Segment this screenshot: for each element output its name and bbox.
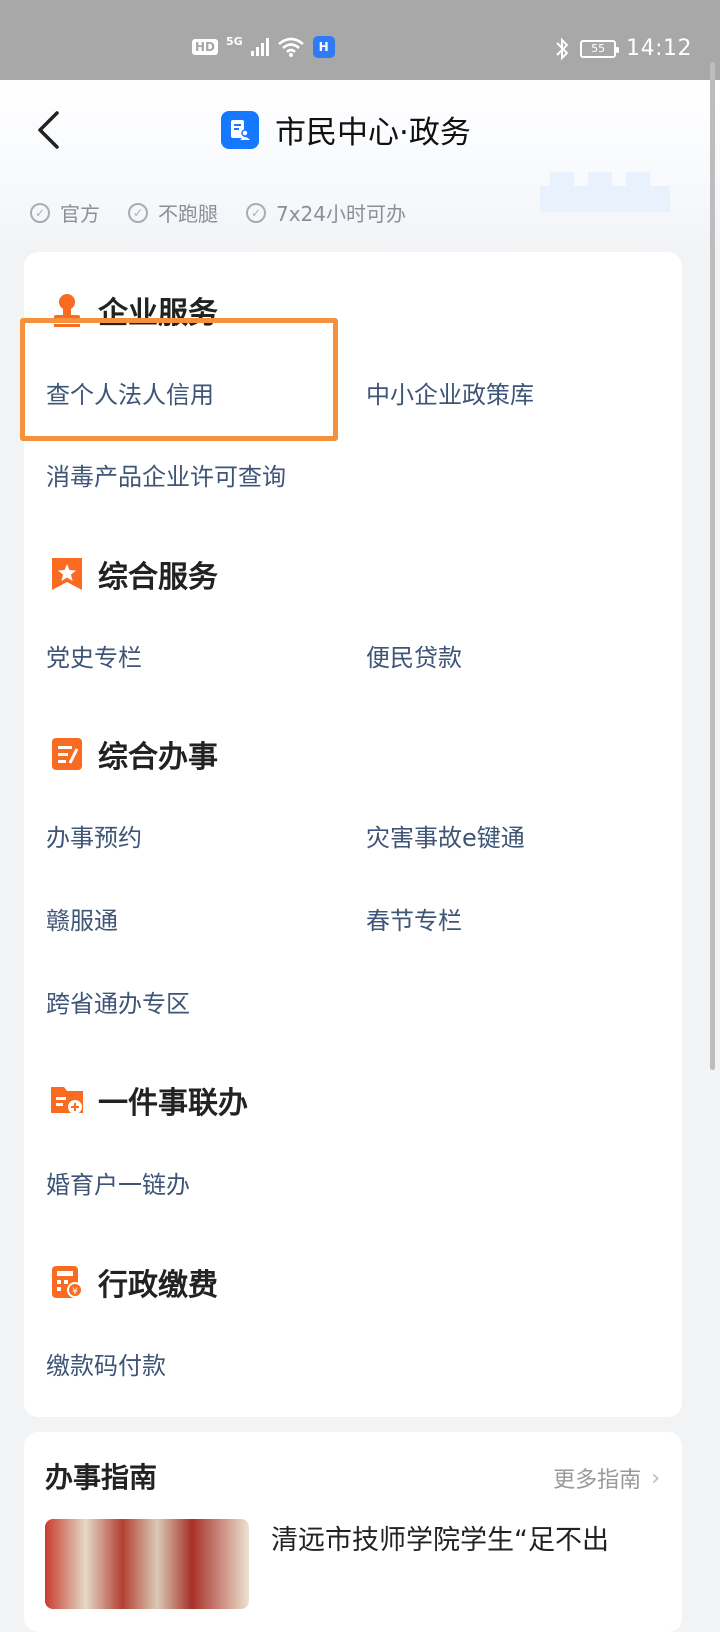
article-thumbnail[interactable] xyxy=(45,1519,249,1609)
wifi-icon xyxy=(277,37,304,57)
scrollbar[interactable] xyxy=(710,62,715,1070)
service-link-personal-credit[interactable]: 查个人法人信用 xyxy=(46,375,214,410)
folder-add-icon xyxy=(51,1087,83,1114)
star-bookmark-icon xyxy=(52,558,82,590)
battery-level: 55 xyxy=(591,41,606,55)
service-link-spring-festival[interactable]: 春节专栏 xyxy=(366,901,462,936)
chevron-right-icon: › xyxy=(651,1465,660,1491)
tag-label: 官方 xyxy=(60,202,100,226)
back-button[interactable] xyxy=(28,105,68,155)
section-title: 企业服务 xyxy=(98,296,218,331)
hd-icon: HD xyxy=(192,39,219,55)
tag-24x7: ✓ 7x24小时可办 xyxy=(246,198,406,227)
battery-icon: 55 xyxy=(580,39,620,58)
service-link-convenience-loan[interactable]: 便民贷款 xyxy=(366,638,462,673)
status-bar: HD 5G H 55 14:12 xyxy=(0,0,720,80)
more-guides-link[interactable]: 更多指南 › xyxy=(553,1462,660,1494)
svg-text:¥: ¥ xyxy=(72,1287,78,1297)
tag-label: 不跑腿 xyxy=(158,202,218,226)
clock: 14:12 xyxy=(626,36,692,61)
scrolled-heading-fragment xyxy=(30,160,170,182)
service-link-payment-code[interactable]: 缴款码付款 xyxy=(46,1346,166,1381)
more-guides-label: 更多指南 xyxy=(553,1468,642,1493)
chevron-left-icon xyxy=(38,111,59,149)
citizen-center-logo-icon xyxy=(221,110,259,149)
service-link-cross-province[interactable]: 跨省通办专区 xyxy=(46,984,190,1019)
service-link-disaster-hotline[interactable]: 灾害事故e键通 xyxy=(366,818,525,853)
section-affairs-header: 综合办事 xyxy=(50,732,218,776)
section-title: 行政缴费 xyxy=(98,1268,218,1303)
section-fees-header: ¥ 行政缴费 xyxy=(50,1260,218,1304)
article-title-second-line xyxy=(271,1560,280,1591)
guide-card: 办事指南 更多指南 › 清远市技师学院学生“足不出 xyxy=(24,1432,682,1632)
guide-title: 办事指南 xyxy=(45,1461,158,1494)
calculator-payment-icon: ¥ xyxy=(52,1266,83,1298)
section-title: 综合办事 xyxy=(98,740,218,775)
page-title: 市民中心·政务 xyxy=(275,115,471,151)
network-type: 5G xyxy=(226,35,243,48)
service-link-disinfectant-license[interactable]: 消毒产品企业许可查询 xyxy=(46,457,286,492)
service-link-party-history[interactable]: 党史专栏 xyxy=(46,638,142,673)
service-link-appointment[interactable]: 办事预约 xyxy=(46,818,142,853)
stamp-icon xyxy=(54,294,80,327)
tag-no-legwork: ✓ 不跑腿 xyxy=(128,198,218,227)
service-tags: ✓ 官方 ✓ 不跑腿 ✓ 7x24小时可办 xyxy=(30,198,406,227)
service-link-sme-policy[interactable]: 中小企业政策库 xyxy=(366,375,534,410)
services-card: 企业服务 查个人法人信用 中小企业政策库 消毒产品企业许可查询 综合服务 党史专… xyxy=(24,252,682,1417)
service-link-marriage-birth[interactable]: 婚育户一链办 xyxy=(46,1165,190,1200)
bluetooth-icon xyxy=(556,37,569,60)
service-link-ganfutong[interactable]: 赣服通 xyxy=(46,901,118,936)
tag-official: ✓ 官方 xyxy=(30,198,100,227)
signal-icon xyxy=(250,38,269,56)
app-notification-icon: H xyxy=(312,36,335,58)
tag-label: 7x24小时可办 xyxy=(276,202,407,226)
article-title[interactable]: 清远市技师学院学生“足不出 xyxy=(271,1518,609,1557)
section-title: 综合服务 xyxy=(98,560,218,595)
check-circle-icon: ✓ xyxy=(128,202,148,223)
check-circle-icon: ✓ xyxy=(246,202,266,223)
document-edit-icon xyxy=(52,738,82,770)
check-circle-icon: ✓ xyxy=(30,202,50,223)
section-general-header: 综合服务 xyxy=(50,552,218,596)
section-one-thing-header: 一件事联办 xyxy=(50,1078,248,1122)
section-title: 一件事联办 xyxy=(98,1086,248,1121)
section-enterprise-header: 企业服务 xyxy=(50,288,218,332)
